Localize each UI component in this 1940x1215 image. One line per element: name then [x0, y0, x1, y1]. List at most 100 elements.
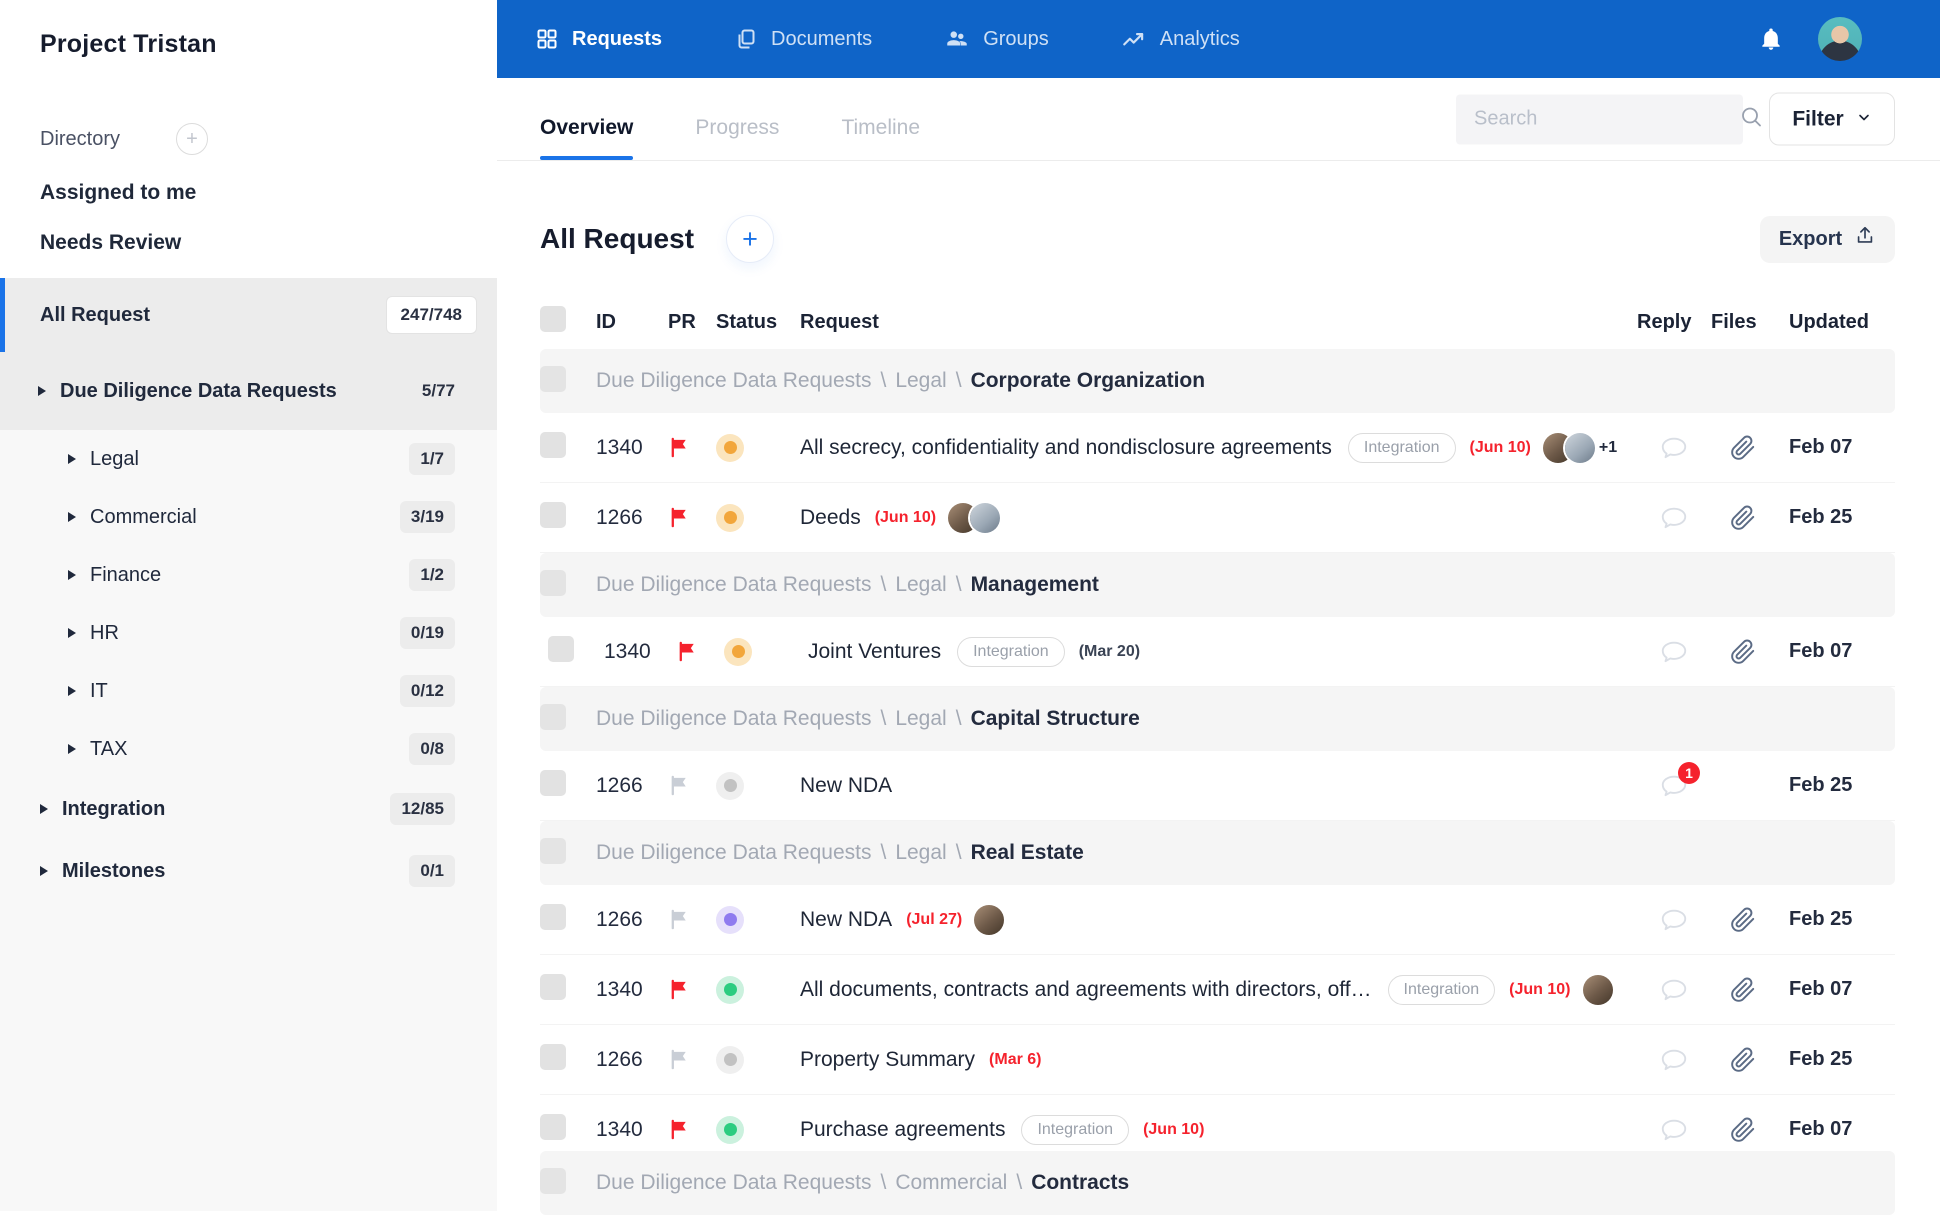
sidebar-tree-item[interactable]: All Request 247/748 — [0, 278, 497, 352]
select-all-checkbox[interactable] — [540, 306, 566, 332]
sidebar-tree-item[interactable]: TAX 0/8 — [0, 720, 497, 778]
avatar[interactable] — [970, 503, 1000, 533]
sidebar-item-assigned-to-me[interactable]: Assigned to me — [40, 181, 457, 205]
request-title[interactable]: Property Summary — [800, 1048, 975, 1072]
notifications-bell-icon[interactable] — [1758, 26, 1784, 52]
avatar[interactable] — [974, 905, 1004, 935]
expand-arrow-icon[interactable] — [40, 804, 48, 814]
row-checkbox[interactable] — [540, 1114, 566, 1140]
request-title[interactable]: Purchase agreements — [800, 1118, 1005, 1142]
attachment-icon[interactable] — [1730, 907, 1756, 933]
table-row[interactable]: 1266 Deeds (Jun 10) — [540, 483, 1895, 553]
avatar[interactable] — [1583, 975, 1613, 1005]
group-checkbox[interactable] — [540, 570, 566, 596]
nav-requests[interactable]: Requests — [535, 27, 662, 51]
row-checkbox[interactable] — [540, 974, 566, 1000]
priority-cell[interactable] — [668, 436, 716, 459]
group-header-row[interactable]: Due Diligence Data Requests\Legal\Real E… — [540, 821, 1895, 885]
priority-cell[interactable] — [668, 774, 716, 797]
status-cell[interactable] — [716, 1116, 800, 1144]
request-title[interactable]: Deeds — [800, 506, 861, 530]
search-input[interactable] — [1474, 108, 1739, 131]
sidebar-tree-item[interactable]: HR 0/19 — [0, 604, 497, 662]
user-avatar[interactable] — [1818, 17, 1862, 61]
expand-arrow-icon[interactable] — [68, 570, 76, 580]
status-cell[interactable] — [716, 772, 800, 800]
reply-bubble-icon[interactable] — [1659, 1045, 1689, 1075]
export-button[interactable]: Export — [1760, 216, 1895, 263]
request-title[interactable]: All secrecy, confidentiality and nondisc… — [800, 436, 1332, 460]
sidebar-tree-item[interactable]: Due Diligence Data Requests 5/77 — [0, 352, 497, 430]
group-header-row[interactable]: Due Diligence Data Requests\Legal\Corpor… — [540, 349, 1895, 413]
tab-overview[interactable]: Overview — [540, 116, 633, 160]
group-checkbox[interactable] — [540, 704, 566, 730]
tab-progress[interactable]: Progress — [695, 116, 779, 160]
attachment-icon[interactable] — [1730, 977, 1756, 1003]
priority-cell[interactable] — [668, 978, 716, 1001]
priority-cell[interactable] — [668, 1118, 716, 1141]
reply-bubble-icon[interactable]: 1 — [1659, 771, 1689, 801]
priority-cell[interactable] — [668, 506, 716, 529]
sidebar-tree-item[interactable]: Legal 1/7 — [0, 430, 497, 488]
reply-bubble-icon[interactable] — [1659, 503, 1689, 533]
status-cell[interactable] — [716, 434, 800, 462]
expand-arrow-icon[interactable] — [68, 686, 76, 696]
status-cell[interactable] — [716, 504, 800, 532]
status-cell[interactable] — [716, 1046, 800, 1074]
priority-cell[interactable] — [676, 640, 724, 663]
sidebar-item-needs-review[interactable]: Needs Review — [40, 231, 457, 255]
group-header-row[interactable]: Due Diligence Data Requests\Legal\Manage… — [540, 553, 1895, 617]
tab-timeline[interactable]: Timeline — [841, 116, 920, 160]
attachment-icon[interactable] — [1730, 435, 1756, 461]
filter-button[interactable]: Filter — [1769, 93, 1895, 146]
request-title[interactable]: New NDA — [800, 774, 892, 798]
reply-bubble-icon[interactable] — [1659, 1115, 1689, 1145]
group-checkbox[interactable] — [540, 366, 566, 392]
sidebar-tree-item[interactable]: Finance 1/2 — [0, 546, 497, 604]
priority-cell[interactable] — [668, 1048, 716, 1071]
avatar[interactable] — [1565, 433, 1595, 463]
group-checkbox[interactable] — [540, 1168, 566, 1194]
table-row[interactable]: 1266 New NDA 1 Feb 25 — [540, 751, 1895, 821]
group-checkbox[interactable] — [540, 838, 566, 864]
sidebar-tree-item[interactable]: IT 0/12 — [0, 662, 497, 720]
sidebar-tree-item[interactable]: Integration 12/85 — [0, 778, 497, 840]
nav-analytics[interactable]: Analytics — [1121, 26, 1240, 52]
status-cell[interactable] — [716, 976, 800, 1004]
expand-arrow-icon[interactable] — [68, 628, 76, 638]
row-checkbox[interactable] — [548, 636, 574, 662]
table-row[interactable]: 1266 New NDA (Jul 27) — [540, 885, 1895, 955]
attachment-icon[interactable] — [1730, 1117, 1756, 1143]
reply-bubble-icon[interactable] — [1659, 637, 1689, 667]
row-checkbox[interactable] — [540, 770, 566, 796]
expand-arrow-icon[interactable] — [68, 512, 76, 522]
table-row[interactable]: 1340 All secrecy, confidentiality and no… — [540, 413, 1895, 483]
sidebar-tree-item[interactable]: Commercial 3/19 — [0, 488, 497, 546]
table-row[interactable]: 1340 Joint Ventures Integration (Mar 20) — [540, 617, 1895, 687]
add-directory-button[interactable]: + — [176, 123, 208, 155]
table-row[interactable]: 1266 Property Summary (Mar 6) — [540, 1025, 1895, 1095]
expand-arrow-icon[interactable] — [68, 744, 76, 754]
reply-bubble-icon[interactable] — [1659, 905, 1689, 935]
request-title[interactable]: Joint Ventures — [808, 640, 941, 664]
add-request-button[interactable]: + — [726, 215, 774, 263]
priority-cell[interactable] — [668, 908, 716, 931]
expand-arrow-icon[interactable] — [38, 386, 46, 396]
request-title[interactable]: All documents, contracts and agreements … — [800, 978, 1372, 1002]
attachment-icon[interactable] — [1730, 1047, 1756, 1073]
attachment-icon[interactable] — [1730, 639, 1756, 665]
expand-arrow-icon[interactable] — [40, 866, 48, 876]
row-checkbox[interactable] — [540, 1044, 566, 1070]
expand-arrow-icon[interactable] — [68, 454, 76, 464]
request-title[interactable]: New NDA — [800, 908, 892, 932]
reply-bubble-icon[interactable] — [1659, 975, 1689, 1005]
table-row[interactable]: 1340 All documents, contracts and agreem… — [540, 955, 1895, 1025]
row-checkbox[interactable] — [540, 904, 566, 930]
nav-groups[interactable]: Groups — [944, 26, 1049, 52]
search-icon[interactable] — [1739, 105, 1763, 134]
row-checkbox[interactable] — [540, 432, 566, 458]
status-cell[interactable] — [716, 906, 800, 934]
attachment-icon[interactable] — [1730, 505, 1756, 531]
group-header-row[interactable]: Due Diligence Data Requests\Commercial\C… — [540, 1151, 1895, 1215]
reply-bubble-icon[interactable] — [1659, 433, 1689, 463]
